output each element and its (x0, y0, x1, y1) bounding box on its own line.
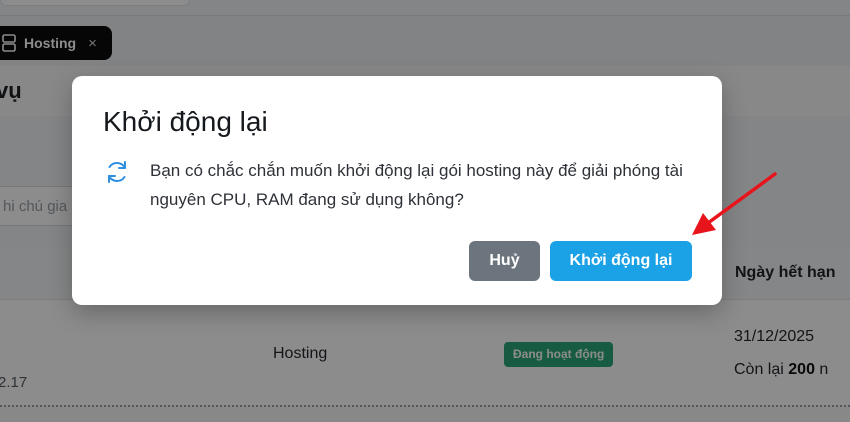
dialog-title: Khởi động lại (103, 106, 268, 137)
cancel-button[interactable]: Huỷ (469, 241, 540, 281)
dialog-message: Bạn có chắc chắn muốn khởi động lại gói … (150, 161, 683, 209)
confirm-restart-button[interactable]: Khởi động lại (550, 241, 692, 281)
restart-dialog: Khởi động lại Bạn có chắc chắn muốn khởi… (72, 76, 722, 305)
red-arrow-icon (692, 172, 777, 235)
refresh-icon (108, 161, 126, 183)
